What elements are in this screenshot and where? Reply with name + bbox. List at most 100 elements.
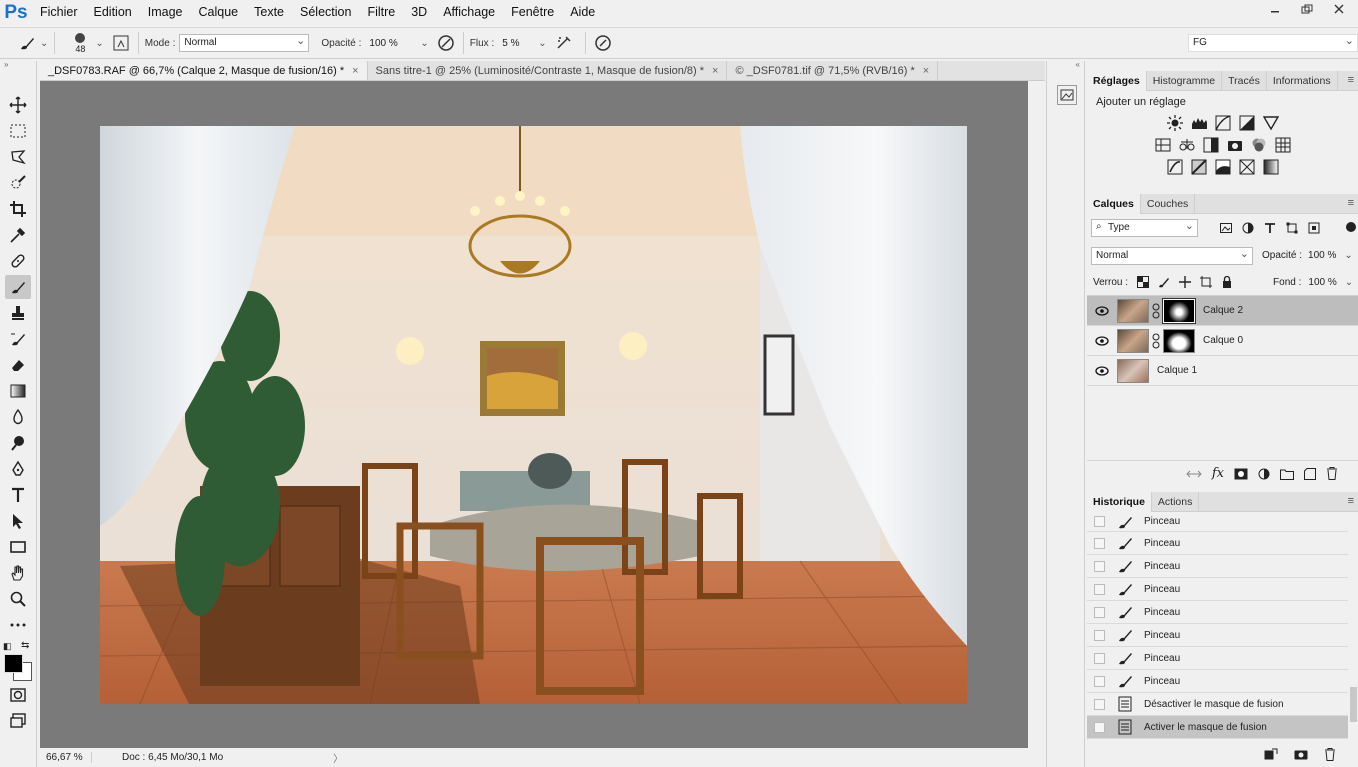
visibility-toggle[interactable]	[1087, 335, 1117, 346]
default-colors-icon[interactable]: ◧	[3, 641, 12, 652]
history-item[interactable]: Pinceau	[1087, 555, 1348, 578]
rectangle-tool[interactable]	[5, 535, 31, 559]
menu-selection[interactable]: Sélection	[292, 0, 359, 25]
black-white-icon[interactable]	[1203, 137, 1219, 153]
history-item[interactable]: Activer le masque de fusion	[1087, 716, 1348, 739]
dodge-tool[interactable]	[5, 431, 31, 455]
restore-button[interactable]	[1292, 0, 1322, 18]
layer-row[interactable]: Calque 0	[1087, 326, 1358, 356]
lock-position-icon[interactable]	[1179, 276, 1192, 288]
menu-filtre[interactable]: Filtre	[359, 0, 403, 25]
brush-tool[interactable]	[5, 275, 31, 299]
fill-input[interactable]: 100 %	[1308, 277, 1336, 288]
layer-row[interactable]: Calque 1	[1087, 356, 1358, 386]
tab-traces[interactable]: Tracés	[1222, 70, 1267, 91]
history-item[interactable]: Désactiver le masque de fusion	[1087, 693, 1348, 716]
trash-icon[interactable]	[1326, 467, 1338, 480]
menu-image[interactable]: Image	[140, 0, 191, 25]
layer-name[interactable]: Calque 1	[1157, 365, 1197, 376]
history-snapshot-checkbox[interactable]	[1094, 652, 1105, 664]
menu-texte[interactable]: Texte	[246, 0, 292, 25]
blend-mode-select[interactable]: Normal	[1091, 246, 1253, 265]
airbrush-button[interactable]	[553, 32, 575, 54]
filter-toggle-icon[interactable]	[1346, 222, 1356, 232]
curves-icon[interactable]	[1214, 115, 1231, 131]
history-snapshot-checkbox[interactable]	[1094, 537, 1105, 549]
pen-tool[interactable]	[5, 457, 31, 481]
menu-edition[interactable]: Edition	[86, 0, 140, 25]
document-tab[interactable]: _DSF0783.RAF @ 66,7% (Calque 2, Masque d…	[40, 61, 368, 80]
trash-icon[interactable]	[1324, 747, 1336, 761]
marquee-tool[interactable]	[5, 119, 31, 143]
blur-tool[interactable]	[5, 405, 31, 429]
history-snapshot-checkbox[interactable]	[1094, 606, 1105, 618]
invert-icon[interactable]	[1167, 159, 1183, 175]
add-mask-icon[interactable]	[1234, 468, 1248, 480]
pressure-opacity-button[interactable]	[435, 32, 457, 54]
close-window-button[interactable]	[1324, 0, 1354, 18]
filter-adjustment-icon[interactable]	[1242, 222, 1254, 234]
tab-histogramme[interactable]: Histogramme	[1147, 70, 1223, 91]
chevron-down-icon[interactable]: ⌄	[40, 38, 48, 49]
workspace-select[interactable]: FG	[1188, 34, 1358, 52]
tab-reglages[interactable]: Réglages	[1087, 70, 1147, 91]
exposure-icon[interactable]	[1239, 115, 1255, 131]
chevron-down-icon[interactable]: ⌄	[1344, 250, 1352, 261]
threshold-icon[interactable]	[1215, 159, 1231, 175]
history-item[interactable]: Pinceau	[1087, 670, 1348, 693]
chevron-down-icon[interactable]: ⌄	[420, 38, 428, 49]
layer-thumbnail[interactable]	[1117, 328, 1149, 353]
document-image[interactable]	[100, 126, 967, 704]
more-tools[interactable]	[5, 613, 31, 637]
lock-pixels-brush-icon[interactable]	[1158, 276, 1170, 288]
layer-row[interactable]: Calque 2	[1087, 296, 1358, 326]
color-balance-icon[interactable]	[1179, 137, 1195, 153]
levels-icon[interactable]	[1191, 115, 1207, 131]
panel-menu-icon[interactable]: ≡	[1348, 197, 1354, 209]
history-snapshot-checkbox[interactable]	[1094, 721, 1105, 733]
color-lookup-icon[interactable]	[1275, 137, 1291, 153]
history-snapshot-checkbox[interactable]	[1094, 516, 1105, 527]
layer-filter-select[interactable]: ⌕ Type	[1091, 219, 1198, 237]
layer-name[interactable]: Calque 2	[1203, 305, 1243, 316]
lock-all-icon[interactable]	[1221, 276, 1233, 288]
lock-artboard-icon[interactable]	[1200, 276, 1213, 288]
chevron-down-icon[interactable]: ⌄	[1345, 277, 1353, 288]
menu-3d[interactable]: 3D	[403, 0, 435, 25]
tab-calques[interactable]: Calques	[1087, 193, 1141, 214]
tab-couches[interactable]: Couches	[1141, 193, 1196, 214]
chevron-down-icon[interactable]: ⌄	[538, 38, 546, 49]
hue-saturation-icon[interactable]	[1155, 137, 1171, 153]
panel-menu-icon[interactable]: ≡	[1348, 495, 1354, 507]
filter-pixel-icon[interactable]	[1220, 222, 1232, 234]
new-group-icon[interactable]	[1280, 468, 1294, 480]
chevron-right-icon[interactable]: 〉	[333, 750, 343, 765]
visibility-toggle[interactable]	[1087, 305, 1117, 316]
expand-icon[interactable]: «	[1047, 61, 1084, 71]
brush-size-picker[interactable]: 48	[65, 32, 95, 54]
history-snapshot-checkbox[interactable]	[1094, 560, 1105, 572]
document-tab[interactable]: Sans titre-1 @ 25% (Luminosité/Contraste…	[368, 61, 728, 80]
tab-actions[interactable]: Actions	[1152, 491, 1200, 512]
menu-fichier[interactable]: Fichier	[32, 0, 86, 25]
close-tab-icon[interactable]: ×	[352, 65, 358, 77]
history-item[interactable]: Pinceau	[1087, 647, 1348, 670]
type-tool[interactable]	[5, 483, 31, 507]
crop-tool[interactable]	[5, 197, 31, 221]
visibility-toggle[interactable]	[1087, 365, 1117, 376]
zoom-level[interactable]: 66,67 %	[40, 752, 92, 763]
zoom-tool[interactable]	[5, 587, 31, 611]
new-adjustment-icon[interactable]	[1258, 468, 1270, 480]
gradient-tool[interactable]	[5, 379, 31, 403]
path-selection-tool[interactable]	[5, 509, 31, 533]
quick-select-tool[interactable]	[5, 171, 31, 195]
canvas-area[interactable]	[40, 81, 1028, 748]
opacity-input[interactable]: 100 %	[365, 38, 420, 49]
link-icon[interactable]	[1151, 333, 1161, 349]
history-snapshot-checkbox[interactable]	[1094, 698, 1105, 710]
mask-thumbnail[interactable]	[1163, 328, 1195, 353]
properties-panel-button[interactable]	[1057, 85, 1077, 105]
eyedropper-tool[interactable]	[5, 223, 31, 247]
history-item[interactable]: Pinceau	[1087, 512, 1348, 532]
history-brush-tool[interactable]	[5, 327, 31, 351]
